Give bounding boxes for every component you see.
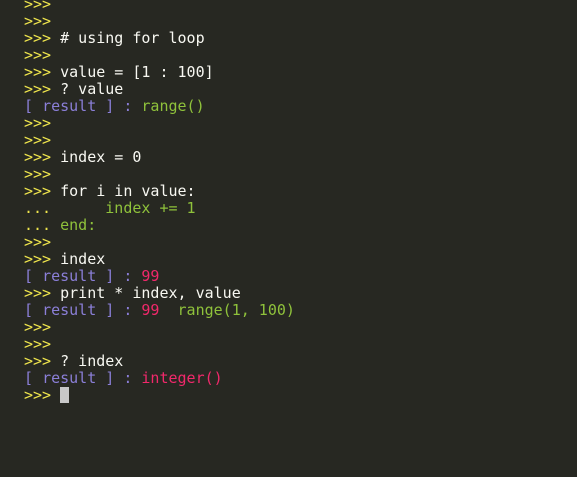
input-line[interactable]: >>>	[0, 385, 577, 405]
result-value: integer()	[141, 369, 223, 387]
result-close-bracket: ]	[105, 301, 115, 319]
code-text: index = 0	[60, 148, 142, 166]
text-cursor[interactable]	[60, 387, 70, 403]
result-close-bracket: ]	[105, 97, 115, 115]
result-value: 99	[141, 301, 160, 319]
code-text: end:	[60, 216, 97, 234]
prompt: >>>	[24, 386, 52, 404]
terminal-window[interactable]: >>> >>> >>> # using for loop >>> >>> val…	[0, 0, 577, 471]
result-value: range()	[141, 97, 205, 115]
result-close-bracket: ]	[105, 369, 115, 387]
result-colon: :	[123, 369, 133, 387]
comment-text: # using for loop	[60, 29, 205, 47]
result-value: range(1, 100)	[177, 301, 295, 319]
result-colon: :	[123, 97, 133, 115]
result-colon: :	[123, 301, 133, 319]
